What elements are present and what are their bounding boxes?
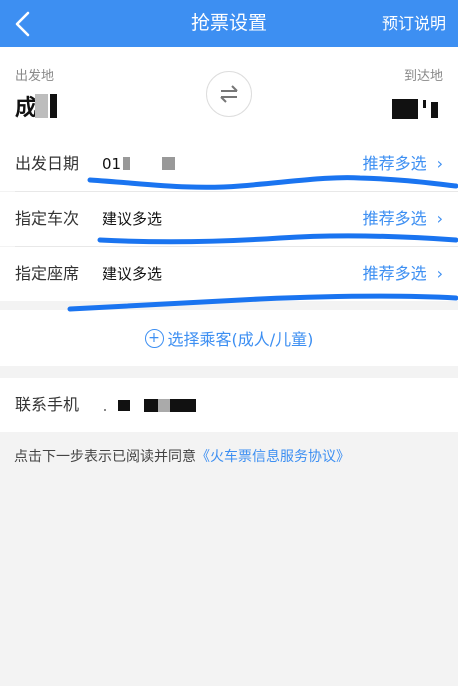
redaction-block xyxy=(162,157,176,170)
from-label: 出发地 xyxy=(15,69,55,84)
redaction-block xyxy=(144,398,158,412)
booking-info-link[interactable]: 预订说明 xyxy=(382,0,446,47)
contact-phone-value xyxy=(104,398,196,412)
agreement-text: 点击下一步表示已阅读并同意《火车票信息服务协议》 xyxy=(14,446,350,466)
redaction-block xyxy=(50,94,58,118)
back-button[interactable] xyxy=(8,8,40,40)
train-number-row[interactable]: 指定车次 建议多选 推荐多选 › xyxy=(0,192,458,246)
chevron-left-icon xyxy=(15,11,30,37)
seat-class-value: 建议多选 xyxy=(102,265,163,283)
recommend-multi-select-seat[interactable]: 推荐多选 › xyxy=(363,247,443,301)
swap-icon xyxy=(220,85,238,103)
link-text: 推荐多选 xyxy=(362,154,427,173)
redaction-block xyxy=(392,99,418,119)
select-passenger-label: 选择乘客(成人/儿童) xyxy=(167,330,314,349)
from-city[interactable]: 成 xyxy=(15,91,58,121)
departure-date-row[interactable]: 出发日期 01 推荐多选 › xyxy=(0,137,458,191)
recommend-multi-select-train[interactable]: 推荐多选 › xyxy=(363,192,443,246)
link-text: 推荐多选 xyxy=(362,264,427,283)
train-number-value: 建议多选 xyxy=(102,210,163,228)
plus-circle-icon: + xyxy=(144,328,164,348)
redaction-block xyxy=(423,100,426,108)
seat-class-row[interactable]: 指定座席 建议多选 推荐多选 › xyxy=(0,247,458,301)
redaction-block xyxy=(123,157,131,170)
redaction-block xyxy=(35,94,49,118)
service-agreement-link[interactable]: 《火车票信息服务协议》 xyxy=(196,449,350,465)
seat-class-label: 指定座席 xyxy=(15,264,80,283)
chevron-right-icon: › xyxy=(436,264,443,283)
contact-phone-row[interactable]: 联系手机 xyxy=(0,378,458,432)
train-number-label: 指定车次 xyxy=(15,209,80,228)
swap-stations-button[interactable] xyxy=(206,71,252,117)
departure-date-label: 出发日期 xyxy=(15,154,80,173)
redaction-block xyxy=(158,398,170,412)
departure-date-text: 01 xyxy=(102,155,122,173)
to-city[interactable] xyxy=(392,91,438,121)
agreement-prefix: 点击下一步表示已阅读并同意 xyxy=(14,449,196,465)
contact-phone-label: 联系手机 xyxy=(15,395,80,414)
route-section: 出发地 成 到达地 xyxy=(0,47,458,137)
chevron-right-icon: › xyxy=(436,154,443,173)
from-city-text: 成 xyxy=(15,96,38,121)
select-passenger-button[interactable]: + 选择乘客(成人/儿童) xyxy=(0,310,458,366)
link-text: 推荐多选 xyxy=(362,209,427,228)
redaction-block xyxy=(431,102,438,118)
to-label: 到达地 xyxy=(403,69,443,84)
redaction-block xyxy=(104,409,106,411)
redaction-block xyxy=(118,399,130,411)
redaction-block xyxy=(170,398,196,412)
departure-date-value: 01 xyxy=(102,137,176,191)
top-bar: 抢票设置 预订说明 xyxy=(0,0,458,47)
chevron-right-icon: › xyxy=(436,209,443,228)
recommend-multi-select-date[interactable]: 推荐多选 › xyxy=(363,137,443,191)
